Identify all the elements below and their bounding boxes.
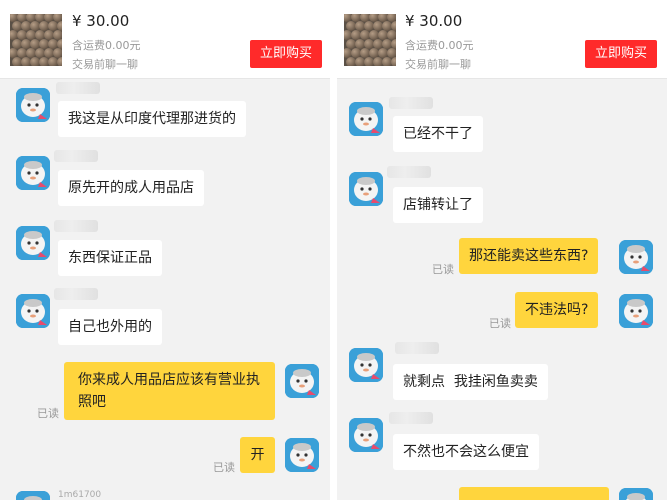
seller-avatar[interactable] bbox=[16, 156, 50, 190]
seller-nickname bbox=[389, 412, 433, 424]
message-bubble-incoming: 自己也外用的 bbox=[58, 309, 162, 345]
message-bubble-incoming: 已经不干了 bbox=[393, 116, 483, 152]
message-bubble-outgoing bbox=[459, 487, 609, 500]
seller-nickname: 1m61700 bbox=[58, 490, 102, 500]
seller-avatar[interactable] bbox=[349, 348, 383, 382]
seller-nickname bbox=[56, 82, 100, 94]
message-bubble-outgoing: 不违法吗? bbox=[515, 292, 599, 328]
read-receipt: 已读 bbox=[432, 263, 454, 276]
message-bubble-incoming: 我这是从印度代理那进货的 bbox=[58, 101, 246, 137]
seller-nickname bbox=[389, 97, 433, 109]
product-price: ¥ 30.00 bbox=[405, 12, 463, 30]
product-thumbnail[interactable] bbox=[344, 14, 396, 66]
buyer-avatar[interactable] bbox=[285, 438, 319, 472]
seller-avatar[interactable] bbox=[16, 491, 50, 500]
seller-avatar[interactable] bbox=[16, 226, 50, 260]
buyer-avatar[interactable] bbox=[619, 240, 653, 274]
seller-nickname bbox=[54, 220, 98, 232]
message-bubble-incoming: 原先开的成人用品店 bbox=[58, 170, 204, 206]
read-receipt: 已读 bbox=[213, 461, 235, 474]
message-bubble-outgoing: 你来成人用品店应该有营业执照吧 bbox=[64, 362, 275, 420]
product-header: ¥ 30.00 含运费0.00元 交易前聊一聊 立即购买 bbox=[0, 0, 330, 79]
buyer-avatar[interactable] bbox=[285, 364, 319, 398]
trade-hint: 交易前聊一聊 bbox=[72, 58, 138, 71]
seller-nickname bbox=[54, 288, 98, 300]
seller-avatar[interactable] bbox=[16, 88, 50, 122]
read-receipt: 已读 bbox=[37, 407, 59, 420]
message-bubble-incoming: 店铺转让了 bbox=[393, 187, 483, 223]
trade-hint: 交易前聊一聊 bbox=[405, 58, 471, 71]
product-thumbnail[interactable] bbox=[10, 14, 62, 66]
shipping-info: 含运费0.00元 bbox=[72, 39, 141, 52]
message-bubble-incoming: 东西保证正品 bbox=[58, 240, 162, 276]
seller-avatar[interactable] bbox=[349, 418, 383, 452]
product-header: ¥ 30.00 含运费0.00元 交易前聊一聊 立即购买 bbox=[337, 0, 667, 79]
shipping-info: 含运费0.00元 bbox=[405, 39, 474, 52]
message-bubble-outgoing: 开 bbox=[240, 437, 275, 473]
seller-avatar[interactable] bbox=[349, 102, 383, 136]
buy-now-button[interactable]: 立即购买 bbox=[250, 40, 322, 68]
seller-avatar[interactable] bbox=[16, 294, 50, 328]
product-image-detail bbox=[391, 57, 396, 66]
product-image-detail bbox=[57, 57, 62, 66]
buy-now-button[interactable]: 立即购买 bbox=[585, 40, 657, 68]
panel-divider bbox=[330, 0, 337, 500]
chat-screen-left: ¥ 30.00 含运费0.00元 交易前聊一聊 立即购买 我这是从印度代理那进货… bbox=[0, 0, 330, 500]
message-bubble-incoming: 不然也不会这么便宜 bbox=[393, 434, 539, 470]
message-bubble-outgoing: 那还能卖这些东西? bbox=[459, 238, 599, 274]
read-receipt: 已读 bbox=[489, 317, 511, 330]
buyer-avatar[interactable] bbox=[619, 488, 653, 500]
seller-nickname bbox=[395, 342, 439, 354]
product-price: ¥ 30.00 bbox=[72, 12, 130, 30]
screenshot-pair: ¥ 30.00 含运费0.00元 交易前聊一聊 立即购买 我这是从印度代理那进货… bbox=[0, 0, 667, 500]
seller-nickname bbox=[387, 166, 431, 178]
buyer-avatar[interactable] bbox=[619, 294, 653, 328]
chat-screen-right: ¥ 30.00 含运费0.00元 交易前聊一聊 立即购买 已经不干了 店铺转让了… bbox=[337, 0, 667, 500]
seller-avatar[interactable] bbox=[349, 172, 383, 206]
message-bubble-incoming: 就剩点 我挂闲鱼卖卖 bbox=[393, 364, 548, 400]
seller-nickname bbox=[54, 150, 98, 162]
